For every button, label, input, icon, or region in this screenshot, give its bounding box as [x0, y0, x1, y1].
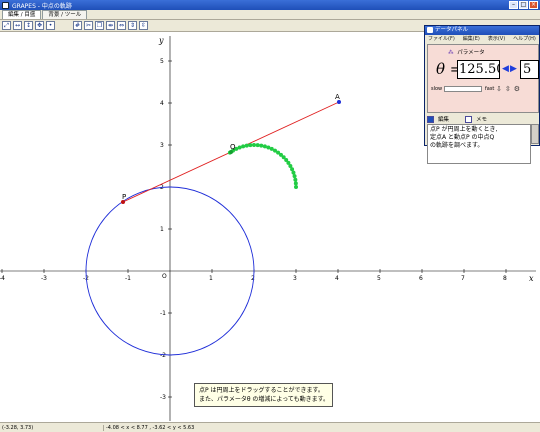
locus-point: [262, 144, 267, 149]
y-tick-label: -1: [160, 310, 166, 317]
zoom-fit-icon[interactable]: ⤢: [2, 21, 11, 30]
grid-icon[interactable]: #: [73, 21, 82, 30]
edit-label: 編集: [438, 117, 450, 123]
cursor-coordinates: (-3.28, 3.73): [0, 424, 104, 431]
locus-point: [294, 185, 298, 189]
data-panel-title: データパネル: [435, 27, 469, 33]
copy-icon[interactable]: ❐: [95, 21, 104, 30]
y-tick-label: -3: [160, 394, 166, 401]
locus-point: [292, 174, 297, 179]
panel-toggles: 編集 メモ: [427, 114, 539, 124]
parameter-header: ⁂ パラメータ: [448, 48, 485, 56]
y-tick-label: 4: [160, 100, 164, 107]
tab-edit-scale[interactable]: 編集 / 目盛: [2, 10, 42, 19]
point-q-label: Q: [230, 143, 236, 151]
data-panel-menu: ファイル(F) 編集(E) 表示(V) ヘルプ(H): [425, 35, 539, 43]
point-p-label: P: [122, 193, 126, 201]
app-icon: [2, 1, 9, 9]
x-tick-label: -1: [125, 275, 131, 282]
menu-edit[interactable]: 編集(E): [463, 35, 480, 43]
cut-icon[interactable]: ✂: [84, 21, 93, 30]
play-down-icon[interactable]: ⇩: [496, 85, 502, 93]
tab-background-tools[interactable]: 背景 / ツール: [42, 10, 88, 19]
x-tick-label: 4: [335, 275, 339, 282]
theta-value-field[interactable]: 125.500: [457, 60, 500, 79]
zoom-x-icon[interactable]: ↔: [13, 21, 22, 30]
speed-slider[interactable]: [444, 86, 482, 92]
menu-view[interactable]: 表示(V): [488, 35, 505, 43]
x-tick-label: 1: [209, 275, 213, 282]
locus-point: [252, 143, 256, 147]
y-axis-label: y: [158, 36, 164, 45]
locus-point: [248, 143, 253, 148]
step-value-field[interactable]: 5: [520, 60, 539, 79]
play-settings-icon[interactable]: ⚙: [514, 85, 520, 93]
hint-box: 点P は円周上をドラッグすることができます。 また、パラメータθ の増減によって…: [194, 383, 333, 407]
zoom-xy-icon[interactable]: ✥: [35, 21, 44, 30]
memo-line: の軌跡を調べます。: [430, 142, 484, 149]
play-updown-icon[interactable]: ⇳: [505, 85, 511, 93]
spread-x-icon[interactable]: ⇹: [106, 21, 115, 30]
menu-help[interactable]: ヘルプ(H): [513, 35, 536, 43]
zoom-y-icon[interactable]: ↕: [24, 21, 33, 30]
locus-point: [293, 177, 298, 182]
x-tick-label: -4: [0, 275, 5, 282]
x-axis-label: x: [529, 274, 534, 283]
memo-line: 定点A と動点P の中点Q: [430, 134, 495, 141]
origin-label: O: [162, 273, 167, 280]
shrink-y-icon[interactable]: ⇳: [139, 21, 148, 30]
data-panel-title-bar[interactable]: データパネル: [425, 26, 539, 35]
decrement-arrow-icon[interactable]: ◀: [502, 64, 509, 74]
shrink-x-icon[interactable]: ⇔: [117, 21, 126, 30]
parameter-panel: ⁂ パラメータ θ = 125.500 ◀ ▶ 5 slow fast ⇩ ⇳ …: [427, 44, 539, 113]
slow-label: slow: [431, 86, 443, 92]
panel-icon: [427, 27, 433, 33]
x-tick-label: 3: [293, 275, 297, 282]
parameter-icon: ⁂: [448, 50, 454, 56]
data-panel: データパネル ファイル(F) 編集(E) 表示(V) ヘルプ(H) ⁂ パラメー…: [424, 25, 540, 164]
locus-point: [241, 144, 246, 149]
x-tick-label: 5: [377, 275, 381, 282]
memo-scrollbar[interactable]: [531, 124, 539, 144]
locus-point: [255, 143, 260, 148]
spread-y-icon[interactable]: ⇕: [128, 21, 137, 30]
locus-point: [266, 145, 271, 150]
memo-line: 点P が円周上を動くとき,: [430, 126, 498, 133]
title-bar: GRAPES - 中点の軌跡 – □ ×: [0, 0, 540, 10]
x-tick-label: 7: [461, 275, 465, 282]
x-tick-label: 8: [503, 275, 507, 282]
hint-line: 点P は円周上をドラッグすることができます。: [199, 387, 324, 394]
point-a-label: A: [335, 93, 340, 101]
hint-line: また、パラメータθ の増減によっても動きます。: [199, 396, 330, 403]
fast-label: fast: [485, 86, 495, 92]
animation-controls: ⇩ ⇳ ⚙: [496, 85, 520, 93]
locus-point: [293, 181, 298, 186]
y-tick-label: 5: [160, 58, 164, 65]
maximize-button[interactable]: □: [519, 1, 528, 9]
window-controls: – □ ×: [509, 1, 538, 9]
y-tick-label: -2: [160, 352, 166, 359]
status-bar: (-3.28, 3.73) -4.08 < x < 8.77 , -3.62 <…: [0, 422, 540, 432]
memo-label: メモ: [476, 117, 488, 123]
menu-file[interactable]: ファイル(F): [428, 35, 455, 43]
x-tick-label: 6: [419, 275, 423, 282]
y-tick-label: 1: [160, 226, 164, 233]
locus-trace: [227, 143, 298, 189]
point-icon[interactable]: •: [46, 21, 55, 30]
window-title: GRAPES - 中点の軌跡: [12, 2, 72, 10]
parameter-label: パラメータ: [457, 50, 485, 56]
memo-text-area[interactable]: 点P が円周上を動くとき, 定点A と動点P の中点Q の軌跡を調べます。: [427, 124, 531, 164]
x-tick-label: -3: [41, 275, 47, 282]
edit-checkbox[interactable]: [427, 115, 434, 123]
memo-checkbox[interactable]: [465, 115, 473, 123]
view-range: -4.08 < x < 8.77 , -3.62 < y < 5.63: [106, 424, 195, 431]
close-button[interactable]: ×: [529, 1, 538, 9]
increment-arrow-icon[interactable]: ▶: [510, 64, 517, 74]
locus-point: [244, 143, 249, 148]
tab-bar: 編集 / 目盛 背景 / ツール: [0, 10, 540, 20]
minimize-button[interactable]: –: [509, 1, 518, 9]
locus-point: [259, 143, 264, 148]
y-tick-label: 3: [160, 142, 164, 149]
